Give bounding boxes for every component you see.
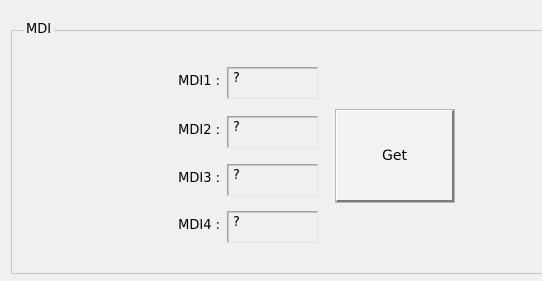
mdi4-field[interactable]: ? [227, 211, 318, 243]
mdi4-label: MDI4 : [178, 218, 220, 233]
get-button[interactable]: Get [335, 109, 455, 203]
mdi3-field[interactable]: ? [227, 164, 318, 196]
mdi1-label: MDI1 : [178, 74, 220, 89]
mdi1-row: MDI1 : ? [0, 67, 330, 99]
mdi4-row: MDI4 : ? [0, 211, 330, 243]
mdi3-label: MDI3 : [178, 171, 220, 186]
mdi2-row: MDI2 : ? [0, 116, 330, 148]
groupbox-title: MDI [23, 21, 55, 39]
mdi2-field[interactable]: ? [227, 116, 318, 148]
mdi1-field[interactable]: ? [227, 67, 318, 99]
mdi-window: MDI MDI1 : ? MDI2 : ? MDI3 : ? MDI4 : ? … [0, 0, 542, 281]
mdi3-row: MDI3 : ? [0, 164, 330, 196]
mdi2-label: MDI2 : [178, 123, 220, 138]
